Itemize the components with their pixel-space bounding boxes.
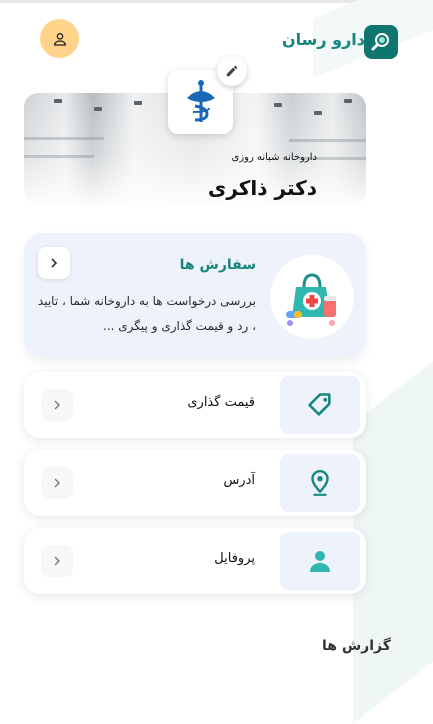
address-open-button[interactable]: [41, 467, 73, 499]
pricing-open-button[interactable]: [41, 389, 73, 421]
menu-item-address[interactable]: آدرس: [24, 450, 366, 516]
menu-item-pricing[interactable]: قیمت گذاری: [24, 372, 366, 438]
ceiling-light: [274, 103, 282, 107]
ceiling-light: [314, 111, 322, 115]
app-title: دارو رسان: [281, 30, 365, 49]
chevron-right-icon: [54, 478, 60, 488]
ceiling-light: [344, 99, 352, 103]
menu-item-label: پروفایل: [214, 551, 255, 566]
menu-icon-box: [280, 532, 360, 590]
menu-icon-box: [280, 454, 360, 512]
menu-item-label: آدرس: [223, 473, 255, 488]
ceiling-light: [54, 99, 62, 103]
user-icon: [53, 32, 66, 46]
shelf: [24, 137, 104, 140]
reports-label[interactable]: گزارش ها: [322, 638, 391, 654]
chevron-right-icon: [51, 258, 58, 268]
orders-card[interactable]: سفارش ها بررسی درخواست ها به داروخانه شم…: [24, 233, 366, 358]
price-tag-icon: [308, 393, 331, 416]
chevron-right-icon: [54, 400, 60, 410]
app-logo: [364, 25, 398, 59]
magnifier-pill-icon: [371, 33, 389, 51]
profile-button[interactable]: [40, 19, 79, 58]
menu-item-label: قیمت گذاری: [187, 395, 255, 410]
pharmacy-caduceus-icon: [186, 80, 215, 122]
chevron-right-icon: [54, 556, 60, 566]
user-icon: [310, 551, 330, 572]
pharmacy-name: دکتر ذاکری: [208, 176, 317, 200]
shelf: [289, 139, 366, 142]
location-pin-icon: [311, 469, 329, 496]
edit-button[interactable]: [217, 56, 247, 86]
menu-item-profile[interactable]: پروفایل: [24, 528, 366, 594]
pharmacy-subtitle: داروخانه شبانه روزی: [231, 152, 317, 163]
shelf: [24, 155, 94, 158]
orders-illustration: [270, 255, 354, 339]
orders-open-button[interactable]: [38, 247, 70, 279]
ceiling-light: [134, 101, 142, 105]
orders-description: بررسی درخواست ها به داروخانه شما ، تایید…: [37, 294, 256, 333]
pencil-icon: [226, 65, 238, 77]
menu-icon-box: [280, 376, 360, 434]
ceiling-light: [94, 107, 102, 111]
medicine-bag-icon: [286, 273, 336, 326]
orders-title: سفارش ها: [179, 257, 256, 273]
profile-open-button[interactable]: [41, 545, 73, 577]
